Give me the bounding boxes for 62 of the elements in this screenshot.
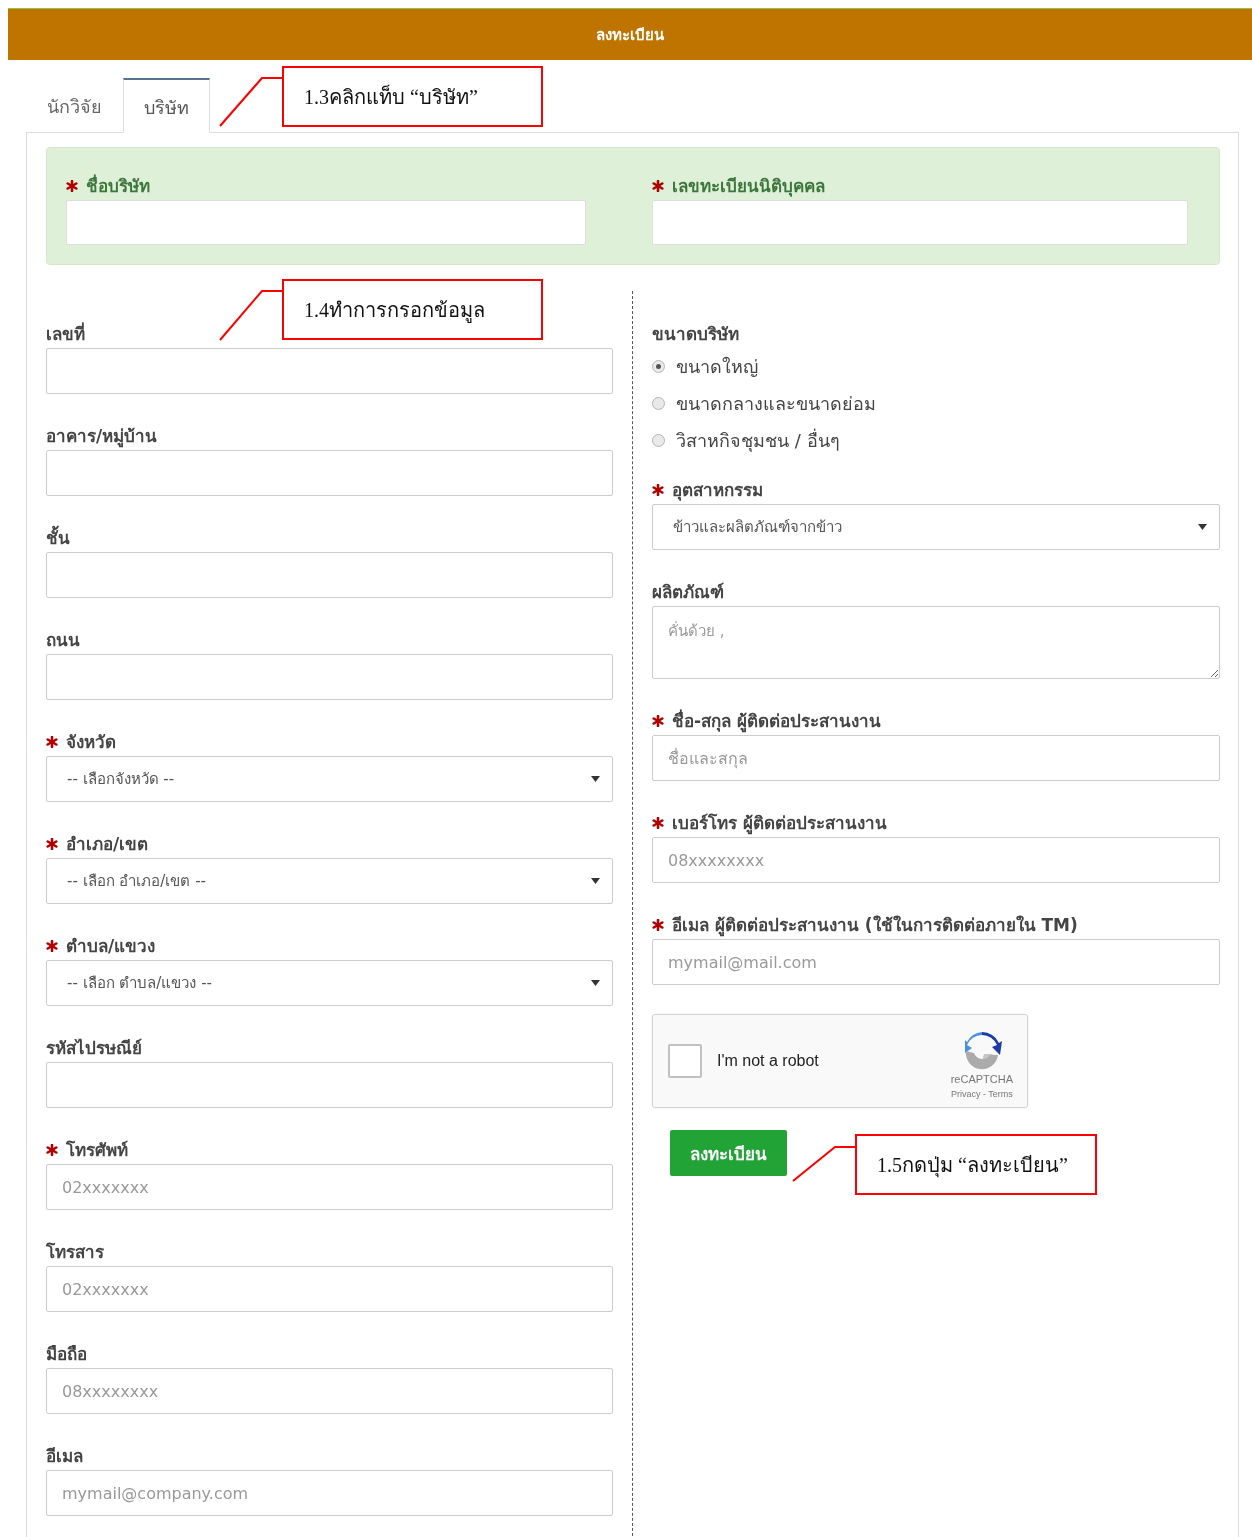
radio-label: ขนาดใหญ่	[676, 355, 758, 379]
field-label: ถนน	[46, 629, 80, 652]
input-field[interactable]: 02xxxxxxx	[46, 1164, 613, 1210]
field-label: โทรศัพท์	[66, 1139, 128, 1162]
input-field[interactable]	[46, 348, 613, 394]
callout-box: 1.5กดปุ่ม “ลงทะเบียน”	[855, 1134, 1097, 1195]
field-label: จังหวัด	[66, 731, 116, 754]
field-label: รหัสไปรษณีย์	[46, 1037, 142, 1060]
callout-box: 1.3คลิกแท็บ “บริษัท”	[282, 66, 543, 127]
captcha-label: I'm not a robot	[717, 1052, 820, 1070]
leader-line	[218, 289, 284, 342]
input-field[interactable]	[46, 450, 613, 496]
field-label: อีเมล	[46, 1445, 83, 1468]
dropdown[interactable]: -- เลือก อำเภอ/เขต --	[46, 858, 613, 904]
field-label: ตำบล/แขวง	[66, 935, 156, 958]
tab[interactable]: บริษัท	[123, 78, 210, 133]
text-area[interactable]: คั่นด้วย ,	[652, 606, 1220, 679]
input-field[interactable]: ชื่อและสกุล	[652, 735, 1220, 781]
callout-box: 1.4ทำการกรอกข้อมูล	[282, 279, 543, 340]
input-field[interactable]	[46, 552, 613, 598]
field-label: อุตสาหกรรม	[672, 479, 763, 503]
field-label: ขนาดบริษัท	[652, 323, 739, 346]
field-label: เลขทะเบียนนิติบุคคล	[672, 175, 825, 199]
field-label: อาคาร/หมู่บ้าน	[46, 425, 158, 449]
caret-icon	[591, 980, 600, 986]
dropdown[interactable]: -- เลือกจังหวัด --	[46, 756, 613, 802]
input-field[interactable]: 08xxxxxxxx	[46, 1368, 613, 1414]
field-label: อำเภอ/เขต	[66, 833, 149, 856]
input-field[interactable]: 08xxxxxxxx	[652, 837, 1220, 883]
field-label: ชื่อบริษัท	[86, 173, 150, 198]
caret-icon	[1198, 524, 1207, 530]
dropdown[interactable]: ข้าวและผลิตภัณฑ์จากข้าว	[652, 504, 1220, 550]
field-label: เลขที่	[46, 321, 85, 346]
field-label: ชั้น	[46, 524, 70, 551]
field-label: ชื่อ-สกุล ผู้ติดต่อประสานงาน	[672, 708, 881, 734]
input-field[interactable]: 02xxxxxxx	[46, 1266, 613, 1312]
field-label: อีเมล ผู้ติดต่อประสานงาน (ใช้ในการติดต่อภายใน TM)	[672, 914, 1078, 938]
dropdown[interactable]: -- เลือก ตำบล/แขวง --	[46, 960, 613, 1006]
captcha-links[interactable]: Privacy - Terms	[950, 1089, 1013, 1099]
header-title: ลงทะเบียน	[596, 24, 664, 46]
radio-button[interactable]	[652, 360, 665, 373]
input-field[interactable]: mymail@mail.com	[652, 939, 1220, 985]
leader-line	[791, 1145, 857, 1183]
field-label: โทรสาร	[46, 1241, 104, 1264]
radio-label: ขนาดกลางและขนาดย่อม	[676, 392, 876, 416]
input-field[interactable]	[652, 200, 1188, 245]
captcha-brand: reCAPTCHA	[950, 1073, 1013, 1085]
input-field[interactable]	[46, 1062, 613, 1108]
tab[interactable]: นักวิจัย	[26, 78, 123, 133]
field-label: ผลิตภัณฑ์	[652, 581, 724, 604]
caret-icon	[591, 776, 600, 782]
input-field[interactable]: mymail@company.com	[46, 1470, 613, 1516]
radio-label: วิสาหกิจชุมชน / อื่นๆ	[676, 427, 840, 454]
radio-button[interactable]	[652, 434, 665, 447]
captcha-checkbox[interactable]	[668, 1044, 702, 1078]
field-label: มือถือ	[46, 1343, 87, 1366]
input-field[interactable]	[66, 200, 586, 245]
caret-icon	[591, 878, 600, 884]
leader-line	[218, 76, 284, 128]
field-label: เบอร์โทร ผู้ติดต่อประสานงาน	[672, 812, 887, 836]
radio-button[interactable]	[652, 397, 665, 410]
input-field[interactable]	[46, 654, 613, 700]
